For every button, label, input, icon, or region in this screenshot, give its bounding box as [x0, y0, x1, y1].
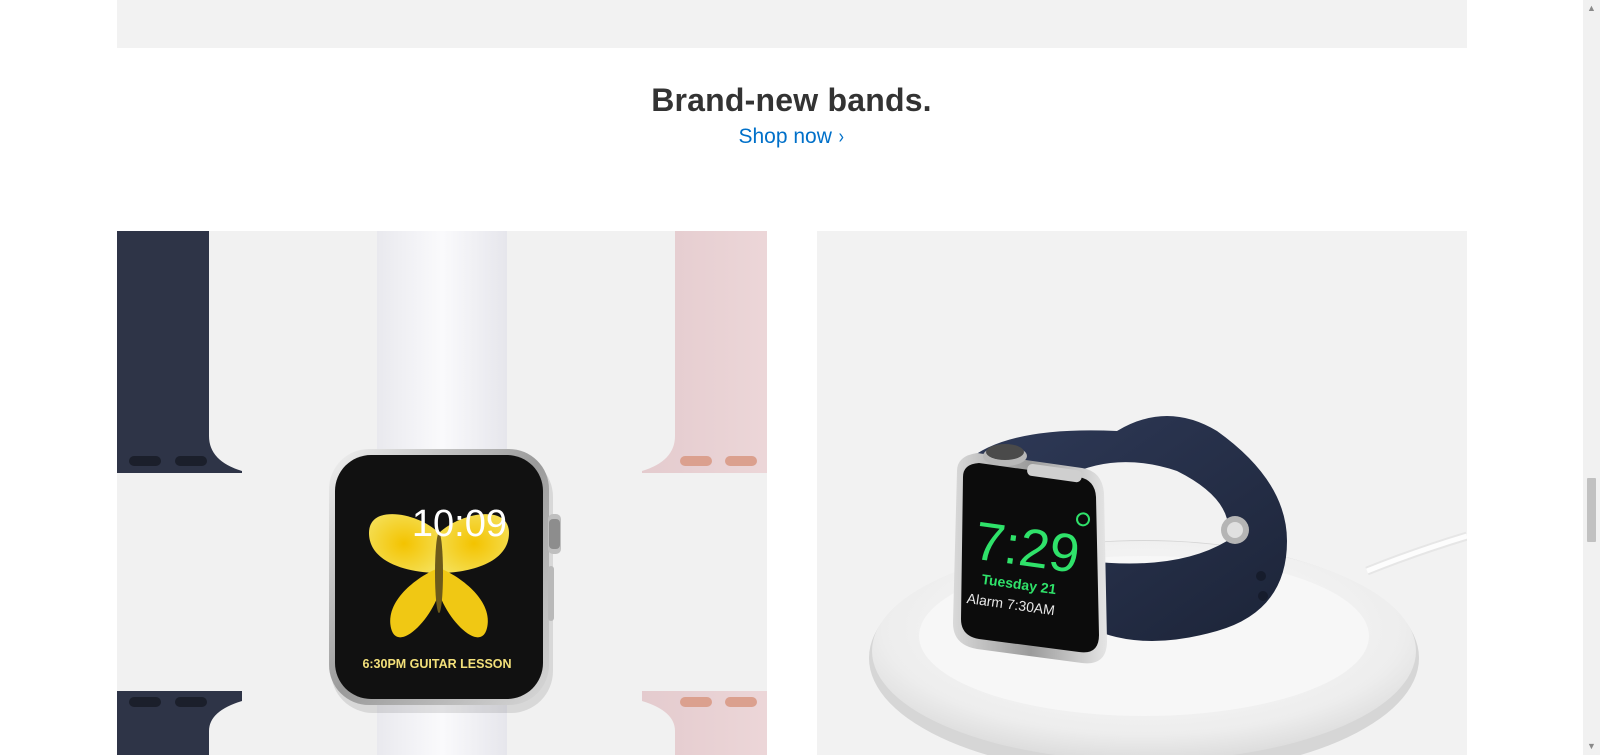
pink-band-top	[642, 231, 767, 473]
shop-now-link[interactable]: Shop now ›	[738, 122, 844, 152]
triangle-up-icon[interactable]: ▲	[1583, 0, 1600, 17]
shop-now-label: Shop now	[738, 125, 832, 148]
bands-illustration: 10:09 6:30PM GUITAR LESSON	[117, 231, 767, 755]
watch-event-left: 6:30PM GUITAR LESSON	[362, 657, 511, 671]
watch-time-left: 10:09	[412, 503, 507, 545]
charging-dock-illustration: 7:29 Tuesday 21 Alarm 7:30AM	[869, 416, 1467, 755]
charging-dock-tile-image[interactable]: 7:29 Tuesday 21 Alarm 7:30AM	[817, 231, 1467, 755]
vertical-scrollbar[interactable]: ▲ ▼	[1583, 0, 1600, 755]
scrollbar-thumb[interactable]	[1587, 478, 1596, 542]
bands-promo: Brand-new bands. Shop now ›	[0, 78, 1583, 152]
page: Brand-new bands. Shop now › 10:09 6:30PM…	[0, 0, 1600, 755]
triangle-down-icon[interactable]: ▼	[1583, 738, 1600, 755]
chevron-right-icon: ›	[838, 126, 844, 148]
promo-title: Brand-new bands.	[651, 82, 932, 118]
bands-tile-image[interactable]: 10:09 6:30PM GUITAR LESSON	[117, 231, 767, 755]
previous-section-image	[117, 0, 1467, 48]
navy-band-top	[117, 231, 242, 473]
